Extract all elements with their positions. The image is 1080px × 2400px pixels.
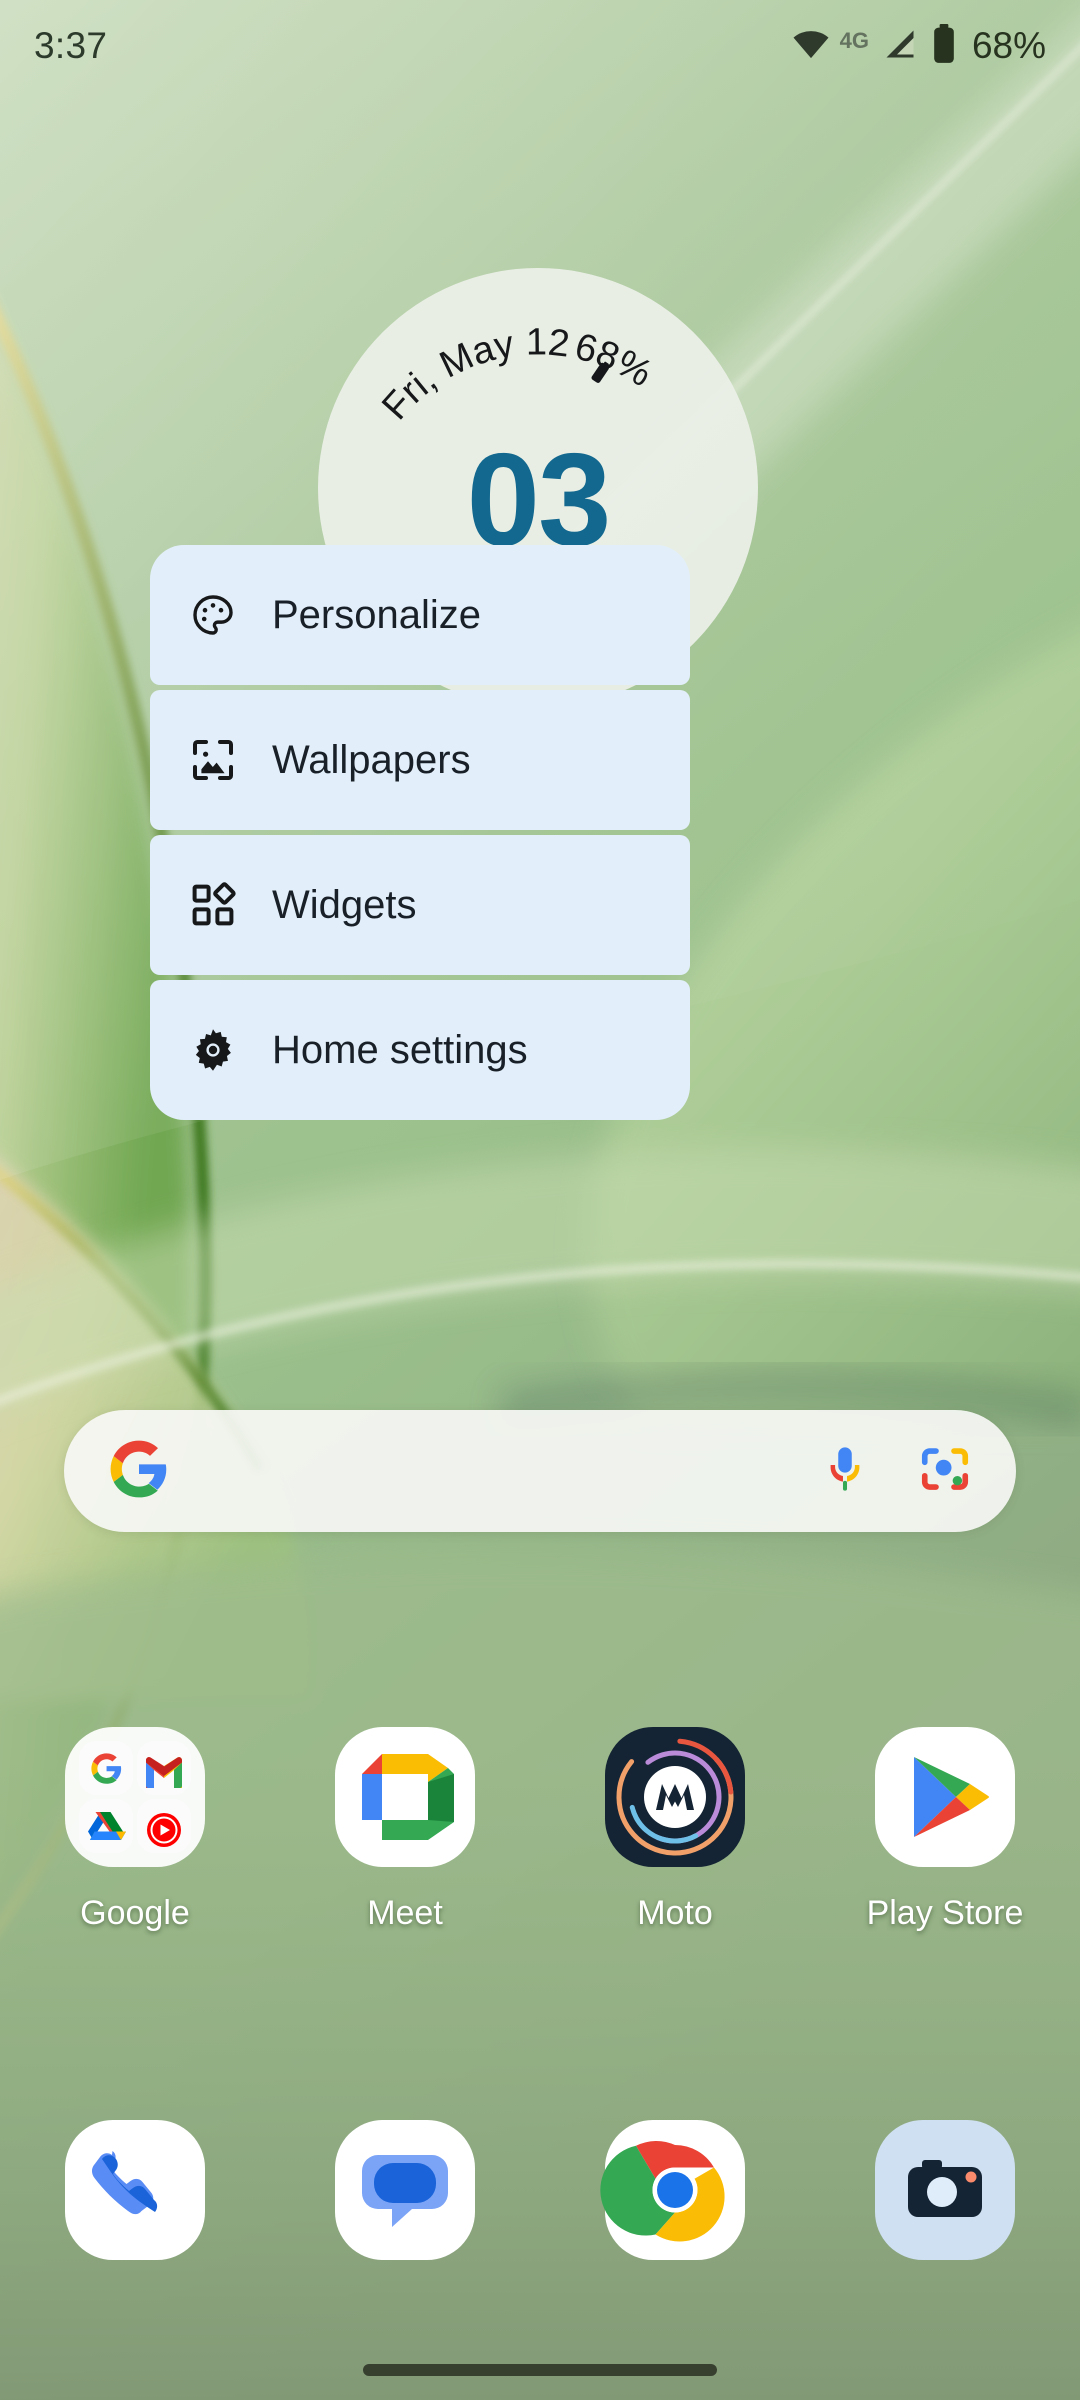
app-label: Play Store [866, 1894, 1024, 1932]
status-bar-indicators: 4G 68% [791, 23, 1046, 69]
image-frame-icon [188, 735, 238, 785]
dock-item-chrome[interactable] [540, 2115, 810, 2265]
clock-date-text: Fri, May 12 [374, 321, 571, 428]
wifi-icon [791, 24, 831, 69]
meet-icon [330, 1722, 480, 1872]
google-g-icon [108, 1438, 170, 1505]
menu-item-label: Home settings [272, 1027, 528, 1072]
moto-icon [600, 1722, 750, 1872]
home-dock [0, 2115, 1080, 2265]
microphone-icon[interactable] [818, 1442, 872, 1501]
status-bar-clock: 3:37 [34, 25, 108, 66]
menu-item-home-settings[interactable]: Home settings [150, 980, 690, 1120]
app-item-meet[interactable]: Meet [270, 1722, 540, 1933]
google-search-bar[interactable] [64, 1410, 1016, 1532]
phone-icon [60, 2115, 210, 2265]
battery-percent-label: 68% [971, 25, 1046, 66]
signal-icon [882, 26, 918, 67]
dock-item-phone[interactable] [0, 2115, 270, 2265]
status-bar: 3:37 4G 68% [0, 0, 1080, 92]
messages-icon [330, 2115, 480, 2265]
chrome-icon [600, 2115, 750, 2265]
home-long-press-menu: Personalize Wallpapers Widgets Home sett… [150, 545, 690, 1120]
search-input[interactable] [170, 1410, 818, 1532]
menu-item-label: Widgets [272, 882, 417, 927]
app-item-google[interactable]: Google [0, 1722, 270, 1933]
battery-icon [931, 23, 957, 69]
menu-item-label: Wallpapers [272, 737, 471, 782]
search-bar-actions [818, 1442, 972, 1501]
google-folder-icon [60, 1722, 210, 1872]
widgets-grid-icon [188, 880, 238, 930]
app-label: Meet [367, 1894, 443, 1932]
network-type-label: 4G [839, 28, 869, 53]
menu-item-widgets[interactable]: Widgets [150, 835, 690, 975]
dock-item-camera[interactable] [810, 2115, 1080, 2265]
play-store-icon [870, 1722, 1020, 1872]
menu-item-label: Personalize [272, 592, 482, 637]
camera-icon [870, 2115, 1020, 2265]
menu-item-wallpapers[interactable]: Wallpapers [150, 690, 690, 830]
home-gesture-pill[interactable] [363, 2364, 717, 2376]
app-label: Google [80, 1894, 190, 1932]
svg-text:Fri, May 12: Fri, May 12 [374, 321, 571, 428]
google-lens-icon[interactable] [918, 1442, 972, 1501]
dock-item-messages[interactable] [270, 2115, 540, 2265]
gear-icon [188, 1025, 238, 1075]
app-item-play-store[interactable]: Play Store [810, 1722, 1080, 1933]
clock-battery-text: 68% [571, 326, 660, 396]
app-item-moto[interactable]: Moto [540, 1722, 810, 1933]
app-label: Moto [637, 1894, 713, 1932]
menu-item-personalize[interactable]: Personalize [150, 545, 690, 685]
palette-icon [188, 590, 238, 640]
svg-text:68%: 68% [571, 326, 660, 396]
home-app-grid: Google Meet Moto Play Store [0, 1722, 1080, 1933]
